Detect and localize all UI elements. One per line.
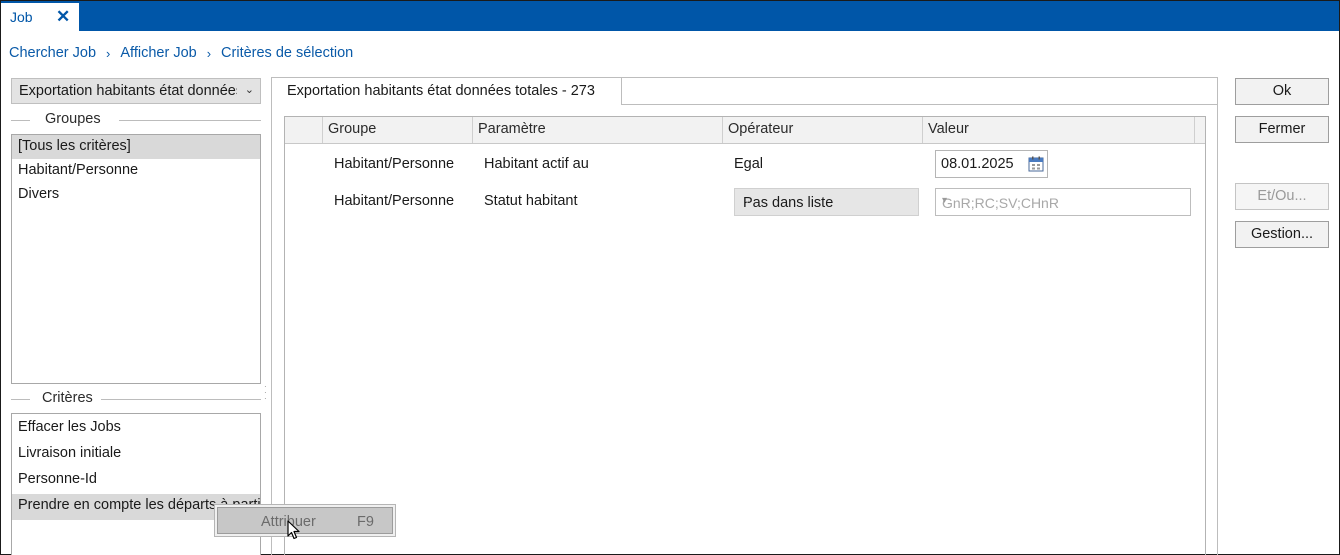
column-header-valeur[interactable]: Valeur bbox=[922, 117, 1194, 143]
tab-exportation[interactable]: Exportation habitants état données total… bbox=[271, 77, 622, 105]
splitter-handle[interactable]: · · · bbox=[264, 383, 268, 403]
ok-button[interactable]: Ok bbox=[1235, 78, 1329, 105]
operator-select[interactable]: Pas dans liste ⌄ bbox=[734, 188, 919, 216]
gestion-button[interactable]: Gestion... bbox=[1235, 221, 1329, 248]
legend-line bbox=[101, 399, 261, 400]
table-cell-groupe: Habitant/Personne bbox=[334, 193, 455, 209]
date-field[interactable]: 08.01.2025 bbox=[935, 150, 1048, 178]
list-item[interactable]: Divers bbox=[12, 183, 260, 207]
breadcrumb-item-chercher-job[interactable]: Chercher Job bbox=[9, 45, 96, 61]
breadcrumb-item-criteres[interactable]: Critères de sélection bbox=[221, 45, 353, 61]
chevron-down-icon: ⌄ bbox=[244, 84, 254, 96]
row-indicator-header bbox=[285, 117, 322, 143]
column-header-groupe[interactable]: Groupe bbox=[322, 117, 472, 143]
grid-header: Groupe Paramètre Opérateur Valeur bbox=[285, 117, 1205, 144]
title-bar: Job ✕ bbox=[1, 1, 1339, 32]
groups-legend: Groupes bbox=[11, 111, 261, 129]
context-menu-item-attribuer[interactable]: Attribuer F9 bbox=[217, 507, 393, 534]
et-ou-button[interactable]: Et/Ou... bbox=[1235, 183, 1329, 210]
calendar-icon[interactable] bbox=[1028, 156, 1044, 172]
close-icon[interactable]: ✕ bbox=[56, 7, 70, 27]
groups-list[interactable]: [Tous les critères] Habitant/Personne Di… bbox=[11, 134, 261, 384]
table-cell-parametre: Habitant actif au bbox=[484, 156, 589, 172]
date-value: 08.01.2025 bbox=[941, 156, 1014, 172]
breadcrumb: Chercher Job › Afficher Job › Critères d… bbox=[9, 43, 353, 63]
column-header-spacer bbox=[1194, 117, 1206, 143]
legend-line bbox=[11, 399, 30, 400]
groups-title: Groupes bbox=[45, 111, 101, 127]
legend-line bbox=[119, 120, 261, 121]
tab-job-label: Job bbox=[10, 9, 33, 25]
context-menu: Attribuer F9 bbox=[214, 504, 396, 537]
value-multiselect[interactable]: GnR;RC;SV;CHnR ▾ bbox=[935, 188, 1191, 216]
breadcrumb-item-afficher-job[interactable]: Afficher Job bbox=[120, 45, 196, 61]
list-item[interactable]: Effacer les Jobs bbox=[12, 416, 260, 442]
tab-strip-line bbox=[622, 104, 1218, 105]
dropdown-arrow-icon: ▾ bbox=[942, 195, 948, 206]
mouse-cursor-icon bbox=[287, 520, 300, 540]
chevron-right-icon: › bbox=[106, 45, 111, 61]
table-cell-operateur: Egal bbox=[734, 156, 764, 172]
column-header-operateur[interactable]: Opérateur bbox=[722, 117, 922, 143]
column-header-parametre[interactable]: Paramètre bbox=[472, 117, 722, 143]
table-cell-parametre: Statut habitant bbox=[484, 193, 578, 209]
list-item[interactable]: Personne-Id bbox=[12, 468, 260, 494]
tab-job[interactable]: Job ✕ bbox=[1, 3, 79, 32]
fermer-button[interactable]: Fermer bbox=[1235, 116, 1329, 143]
legend-line bbox=[11, 120, 30, 121]
criteria-title: Critères bbox=[42, 390, 93, 406]
list-item[interactable]: Livraison initiale bbox=[12, 442, 260, 468]
criteria-legend: Critères bbox=[11, 390, 261, 408]
chevron-down-icon: ⌄ bbox=[743, 195, 752, 206]
list-item[interactable]: Habitant/Personne bbox=[12, 159, 260, 183]
chevron-right-icon: › bbox=[206, 45, 212, 61]
table-cell-groupe: Habitant/Personne bbox=[334, 156, 455, 172]
tab-exportation-label: Exportation habitants état données total… bbox=[287, 83, 595, 99]
criteria-grid: Groupe Paramètre Opérateur Valeur Habita… bbox=[284, 116, 1206, 555]
job-select[interactable]: Exportation habitants état données total… bbox=[11, 78, 261, 104]
job-select-value: Exportation habitants état données total… bbox=[19, 83, 237, 99]
list-item[interactable]: [Tous les critères] bbox=[12, 135, 260, 159]
context-menu-shortcut: F9 bbox=[357, 514, 374, 530]
